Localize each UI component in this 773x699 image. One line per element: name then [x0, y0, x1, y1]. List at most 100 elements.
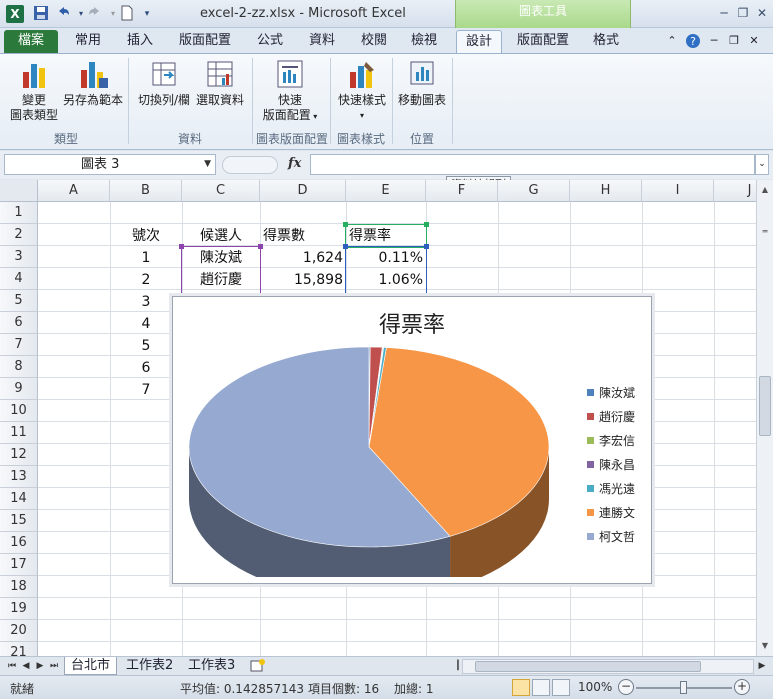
column-header-a[interactable]: A	[38, 180, 110, 202]
column-header-b[interactable]: B	[110, 180, 182, 202]
column-header-f[interactable]: F	[426, 180, 498, 202]
vertical-scroll-thumb[interactable]	[759, 376, 771, 436]
split-handle-icon[interactable]: ═	[757, 224, 773, 240]
row-header-13[interactable]: 13	[0, 466, 38, 488]
worksheet-grid[interactable]: A B C D E F G H I J 1 2 3 4 5 6 7 8 9 10…	[0, 180, 756, 656]
zoom-slider-thumb[interactable]	[680, 681, 687, 694]
last-sheet-icon[interactable]: ⏭	[48, 659, 60, 673]
cell-c2[interactable]: 候選人	[182, 225, 260, 247]
row-header-3[interactable]: 3	[0, 246, 38, 268]
cell-d3[interactable]: 1,624	[260, 247, 346, 269]
scroll-right-icon[interactable]: ▶	[756, 659, 768, 673]
range-handle[interactable]	[258, 244, 263, 249]
row-header-6[interactable]: 6	[0, 312, 38, 334]
row-header-9[interactable]: 9	[0, 378, 38, 400]
row-header-4[interactable]: 4	[0, 268, 38, 290]
restore-icon[interactable]: ❐	[735, 5, 751, 21]
zoom-out-icon[interactable]: −	[618, 679, 634, 695]
help-icon[interactable]: ?	[684, 30, 702, 53]
save-icon[interactable]	[32, 5, 50, 23]
row-header-1[interactable]: 1	[0, 202, 38, 224]
expand-formula-bar-icon[interactable]: ⌄	[755, 154, 769, 175]
column-header-g[interactable]: G	[498, 180, 570, 202]
undo-icon[interactable]	[54, 5, 72, 23]
excel-logo-icon[interactable]: X	[6, 5, 24, 23]
move-chart-button[interactable]: 移動圖表	[396, 58, 448, 108]
page-layout-view-icon[interactable]	[532, 679, 550, 696]
minimize-icon[interactable]: ─	[716, 5, 732, 21]
collapse-ribbon-icon[interactable]: ⌃	[664, 30, 680, 53]
range-handle[interactable]	[343, 244, 348, 249]
horizontal-scroll-thumb[interactable]	[475, 661, 701, 672]
switch-row-column-button[interactable]: 切換列/欄	[134, 58, 194, 108]
row-header-15[interactable]: 15	[0, 510, 38, 532]
row-header-11[interactable]: 11	[0, 422, 38, 444]
cell-b4[interactable]: 2	[110, 269, 182, 291]
normal-view-icon[interactable]	[512, 679, 530, 696]
cell-e4[interactable]: 1.06%	[346, 269, 426, 291]
quick-layout-button[interactable]: 快速 版面配置 ▾	[256, 58, 324, 124]
sheet-tab-2[interactable]: 工作表2	[120, 657, 179, 675]
workbook-close-icon[interactable]: ✕	[746, 30, 762, 53]
scroll-up-icon[interactable]: ▲	[757, 182, 773, 198]
column-header-h[interactable]: H	[570, 180, 642, 202]
cell-d2[interactable]: 得票數	[260, 225, 346, 247]
save-as-template-button[interactable]: 另存為範本	[62, 58, 124, 108]
tab-chart-layout[interactable]: 版面配置	[508, 30, 578, 53]
row-header-14[interactable]: 14	[0, 488, 38, 510]
formula-bar-separator-handle[interactable]	[222, 156, 278, 174]
select-data-button[interactable]: 選取資料	[192, 58, 248, 108]
row-header-12[interactable]: 12	[0, 444, 38, 466]
column-header-j[interactable]: J	[714, 180, 756, 202]
page-break-view-icon[interactable]	[552, 679, 570, 696]
change-chart-type-button[interactable]: 變更 圖表類型	[6, 58, 62, 123]
quick-styles-button[interactable]: 快速樣式 ▾	[334, 58, 390, 123]
insert-function-icon[interactable]: fx	[288, 156, 301, 171]
tab-view[interactable]: 檢視	[402, 30, 446, 53]
tab-formulas[interactable]: 公式	[248, 30, 292, 53]
row-header-21[interactable]: 21	[0, 642, 38, 656]
column-header-i[interactable]: I	[642, 180, 714, 202]
range-handle[interactable]	[179, 244, 184, 249]
cell-c4[interactable]: 趙衍慶	[182, 269, 260, 291]
close-icon[interactable]: ✕	[754, 5, 770, 21]
sheet-tab-taipei[interactable]: 台北市	[64, 657, 118, 675]
tab-format[interactable]: 格式	[584, 30, 628, 53]
first-sheet-icon[interactable]: ⏮	[6, 659, 18, 673]
column-header-e[interactable]: E	[346, 180, 426, 202]
name-box-dropdown-icon[interactable]: ▼	[204, 155, 211, 174]
row-header-7[interactable]: 7	[0, 334, 38, 356]
workbook-minimize-icon[interactable]: ─	[706, 30, 722, 53]
range-handle[interactable]	[343, 222, 348, 227]
row-header-20[interactable]: 20	[0, 620, 38, 642]
prev-sheet-icon[interactable]: ◀	[20, 659, 32, 673]
tab-insert[interactable]: 插入	[118, 30, 162, 53]
workbook-restore-icon[interactable]: ❐	[726, 30, 742, 53]
pie-chart[interactable]: 得票率 陳汝斌 趙衍慶 李宏信 陳永昌 馮光遠 連勝文 柯文哲	[172, 296, 652, 584]
range-handle[interactable]	[424, 244, 429, 249]
column-header-d[interactable]: D	[260, 180, 346, 202]
cell-b2[interactable]: 號次	[110, 225, 182, 247]
row-header-18[interactable]: 18	[0, 576, 38, 598]
chart-legend[interactable]: 陳汝斌 趙衍慶 李宏信 陳永昌 馮光遠 連勝文 柯文哲	[587, 383, 651, 551]
zoom-in-icon[interactable]: +	[734, 679, 750, 695]
cell-e3[interactable]: 0.11%	[346, 247, 426, 269]
tab-file[interactable]: 檔案	[4, 30, 58, 53]
row-header-5[interactable]: 5	[0, 290, 38, 312]
zoom-level[interactable]: 100%	[578, 680, 612, 694]
cell-c3[interactable]: 陳汝斌	[182, 247, 260, 269]
row-header-8[interactable]: 8	[0, 356, 38, 378]
tab-data[interactable]: 資料	[300, 30, 344, 53]
row-header-2[interactable]: 2	[0, 224, 38, 246]
cell-d4[interactable]: 15,898	[260, 269, 346, 291]
formula-input[interactable]	[310, 154, 755, 175]
customize-toolbar-icon[interactable]: ▾	[138, 5, 156, 23]
select-all-corner[interactable]	[0, 180, 38, 202]
new-document-icon[interactable]	[118, 5, 136, 23]
redo-icon[interactable]	[86, 5, 104, 23]
row-header-19[interactable]: 19	[0, 598, 38, 620]
tab-review[interactable]: 校閱	[352, 30, 396, 53]
range-handle[interactable]	[424, 222, 429, 227]
vertical-scrollbar[interactable]: ▲ ═ ▼	[756, 180, 773, 656]
tab-page-layout[interactable]: 版面配置	[172, 30, 238, 53]
